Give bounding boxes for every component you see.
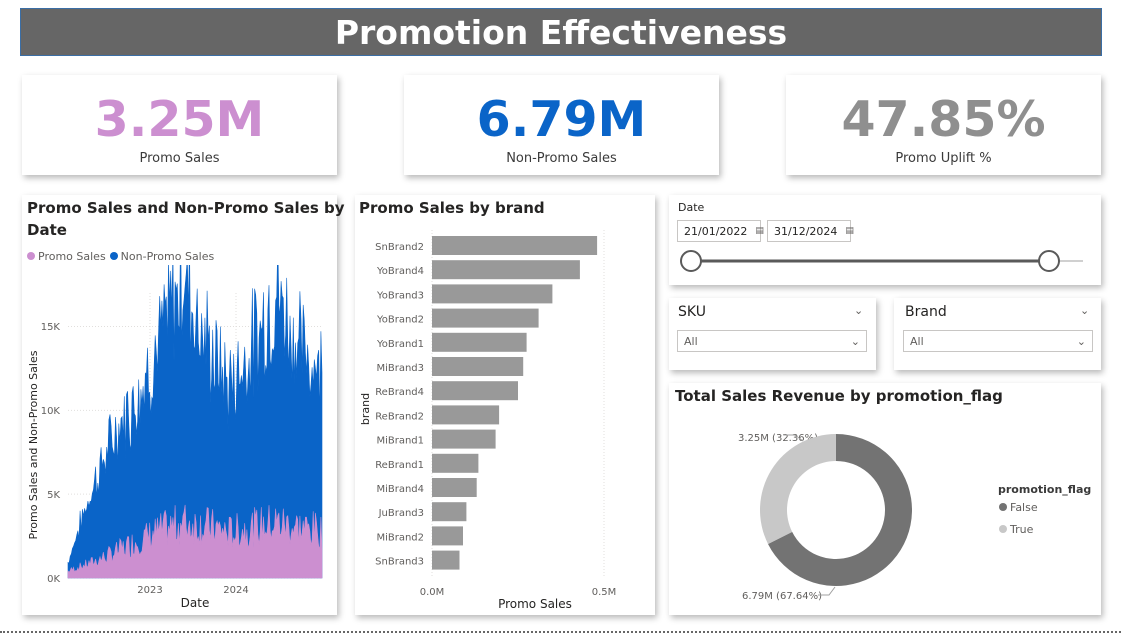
kpi-card-promo-uplift[interactable]: 47.85% Promo Uplift % (786, 75, 1101, 175)
kpi-card-promo-sales[interactable]: 3.25M Promo Sales (22, 75, 337, 175)
page-bottom-divider (0, 631, 1121, 633)
brand-bar-chart[interactable]: brand Promo Sales 0.0M 0.5M SnBrand2 YoBr… (355, 225, 655, 615)
brand-chart-x-axis-title: Promo Sales (498, 597, 572, 611)
brand-label-mibrand1: MiBrand1 (376, 436, 424, 447)
brand-label-rebrand1: ReBrand1 (375, 460, 424, 471)
y-tick-10k: 10K (41, 406, 61, 417)
date-chart-y-axis-title: Promo Sales and Non-Promo Sales (27, 350, 40, 539)
bar-snbrand2[interactable] (432, 236, 598, 255)
sku-dropdown[interactable]: All ⌄ (677, 330, 867, 352)
bar-mibrand2[interactable] (432, 526, 463, 546)
donut-slice-true[interactable] (760, 434, 836, 544)
report-title-bar: Promotion Effectiveness (20, 8, 1102, 56)
donut-legend-title: promotion_flag (998, 483, 1092, 496)
date-end-input[interactable]: 31/12/2024 ▤ (767, 220, 854, 242)
kpi-value-promo-uplift: 47.85% (841, 91, 1046, 148)
slider-start-handle[interactable] (680, 250, 702, 272)
brand-label-mibrand3: MiBrand3 (376, 363, 424, 374)
brand-label-yobrand4: YoBrand4 (376, 266, 424, 277)
brand-chart-title: Promo Sales by brand (359, 199, 545, 217)
brand-label-jubrand3: JuBrand3 (378, 508, 424, 519)
brand-label-mibrand2: MiBrand2 (376, 532, 424, 543)
y-tick-5k: 5K (47, 490, 60, 501)
brand-chart-y-axis-title: brand (359, 393, 372, 425)
date-range-slider[interactable] (669, 245, 1101, 279)
brand-dropdown[interactable]: All ⌄ (903, 330, 1093, 352)
brand-label-yobrand2: YoBrand2 (376, 315, 424, 326)
legend-item-non-promo-sales[interactable]: Non-Promo Sales (109, 250, 214, 263)
x-tick-2023: 2023 (137, 585, 162, 596)
bar-mibrand1[interactable] (432, 429, 496, 449)
donut-legend-false[interactable]: False (999, 501, 1038, 514)
brand-label-rebrand2: ReBrand2 (375, 411, 424, 422)
brand-label-yobrand1: YoBrand1 (376, 339, 424, 350)
brand-x-tick-05: 0.5M (592, 587, 617, 598)
sku-slicer-label: SKU (678, 304, 706, 320)
chevron-down-icon[interactable]: ⌄ (1080, 304, 1089, 317)
kpi-card-non-promo-sales[interactable]: 6.79M Non-Promo Sales (404, 75, 719, 175)
bar-jubrand3[interactable] (432, 502, 467, 522)
slider-end-handle[interactable] (1038, 250, 1060, 272)
bar-yobrand3[interactable] (432, 284, 553, 304)
x-tick-2024: 2024 (223, 585, 248, 596)
date-slicer-label: Date (678, 201, 705, 214)
brand-label-mibrand4: MiBrand4 (376, 484, 424, 495)
calendar-icon[interactable]: ▤ (845, 226, 854, 236)
kpi-value-non-promo-sales: 6.79M (476, 91, 647, 148)
date-chart-title-line1: Promo Sales and Non-Promo Sales by (27, 199, 345, 217)
bar-yobrand2[interactable] (432, 308, 539, 328)
bar-yobrand4[interactable] (432, 260, 580, 280)
bar-snbrand3[interactable] (432, 550, 460, 570)
kpi-label-promo-uplift: Promo Uplift % (895, 151, 992, 166)
bar-mibrand3[interactable] (432, 357, 524, 376)
brand-slicer-label: Brand (905, 304, 947, 320)
chevron-down-icon[interactable]: ⌄ (854, 304, 863, 317)
bar-rebrand1[interactable] (432, 453, 479, 473)
date-chart-x-axis-title: Date (181, 596, 210, 610)
date-area-chart[interactable]: Promo Sales and Non-Promo Sales Date 0K … (22, 265, 337, 615)
calendar-icon[interactable]: ▤ (755, 226, 764, 236)
donut-label-false: 6.79M (67.64%) (742, 591, 822, 602)
brand-label-snbrand3: SnBrand3 (375, 557, 424, 568)
date-chart-legend: Promo Sales Non-Promo Sales (27, 250, 214, 263)
chevron-down-icon: ⌄ (850, 334, 860, 348)
kpi-value-promo-sales: 3.25M (94, 91, 265, 148)
kpi-label-promo-sales: Promo Sales (139, 151, 220, 166)
y-tick-15k: 15K (41, 322, 61, 333)
donut-legend-true[interactable]: True (999, 523, 1033, 536)
bar-yobrand1[interactable] (432, 332, 527, 352)
donut-chart-title: Total Sales Revenue by promotion_flag (675, 387, 1003, 405)
brand-label-rebrand4: ReBrand4 (375, 387, 424, 398)
date-chart-title-line2: Date (27, 221, 67, 239)
legend-item-promo-sales[interactable]: Promo Sales (27, 250, 106, 263)
report-title: Promotion Effectiveness (334, 12, 788, 52)
bar-mibrand4[interactable] (432, 478, 477, 497)
brand-label-yobrand3: YoBrand3 (376, 290, 424, 301)
y-tick-0k: 0K (47, 574, 60, 585)
date-start-input[interactable]: 21/01/2022 ▤ (677, 220, 764, 242)
bar-rebrand4[interactable] (432, 381, 518, 401)
chevron-down-icon: ⌄ (1076, 334, 1086, 348)
brand-x-tick-0: 0.0M (420, 587, 445, 598)
bar-rebrand2[interactable] (432, 405, 500, 425)
kpi-label-non-promo-sales: Non-Promo Sales (506, 151, 617, 166)
brand-label-snbrand2: SnBrand2 (375, 242, 424, 253)
